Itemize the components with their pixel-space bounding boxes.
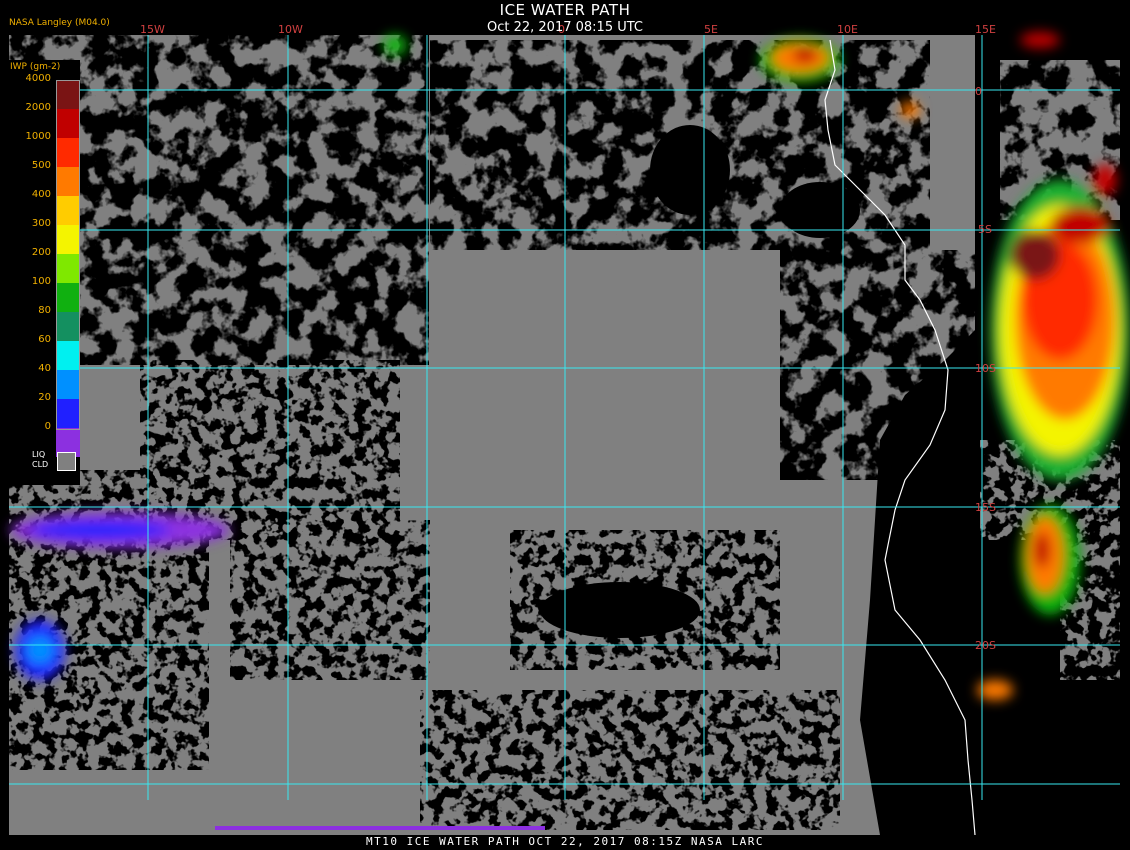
lat-label-0: 0 [975, 85, 982, 98]
edge-ice-strip [215, 826, 545, 830]
legend-tick-label: 20 [38, 392, 51, 403]
legend-swatch [56, 80, 80, 109]
map-footer: MT10 ICE WATER PATH OCT 22, 2017 08:15Z … [365, 835, 764, 848]
legend-tick-label: 1000 [25, 131, 51, 142]
legend-tick-label: 400 [31, 189, 51, 200]
legend-swatch [56, 341, 80, 370]
legend-swatch [56, 254, 80, 283]
legend-swatch [56, 167, 80, 196]
legend-tick-label: 2000 [25, 102, 51, 113]
iwp-color-legend: IWP (gm-2) 4000 2000 1000 500 400 300 200 100 80… [8, 60, 80, 485]
legend-swatch [56, 399, 80, 428]
legend-swatch [56, 196, 80, 225]
legend-swatch [56, 312, 80, 341]
legend-title: IWP (gm-2) [10, 62, 61, 72]
liq-label: LIQ [32, 450, 46, 459]
legend-tick-label: 100 [31, 276, 51, 287]
legend-swatch [56, 225, 80, 254]
liquid-cloud-swatch [57, 452, 76, 471]
cld-label: CLD [32, 460, 49, 469]
lat-label-10s: 10S [975, 362, 996, 375]
ice-water-path-map: 15W 10W 0 5E 10E 15E 0 5S 10S 15S 20S [9, 23, 1130, 836]
producer-credit: NASA Langley (M04.0) [9, 18, 110, 28]
legend-tick-label: 300 [31, 218, 51, 229]
legend-tick-label: 0 [44, 421, 51, 432]
map-title: ICE WATER PATH [499, 1, 631, 19]
legend-tick-label: 80 [38, 305, 51, 316]
map-timestamp: Oct 22, 2017 08:15 UTC [487, 20, 643, 35]
lat-label-20s: 20S [975, 639, 996, 652]
legend-tick-label: 60 [38, 334, 51, 345]
legend-swatch [56, 370, 80, 399]
legend-tick-label: 40 [38, 363, 51, 374]
legend-swatch [56, 138, 80, 167]
legend-tick-label: 500 [31, 160, 51, 171]
legend-swatch [56, 283, 80, 312]
lat-label-15s: 15S [975, 501, 996, 514]
legend-tick-label: 4000 [25, 73, 51, 84]
lat-label-5s: 5S [978, 223, 992, 236]
legend-swatch [56, 109, 80, 138]
legend-tick-label: 200 [31, 247, 51, 258]
